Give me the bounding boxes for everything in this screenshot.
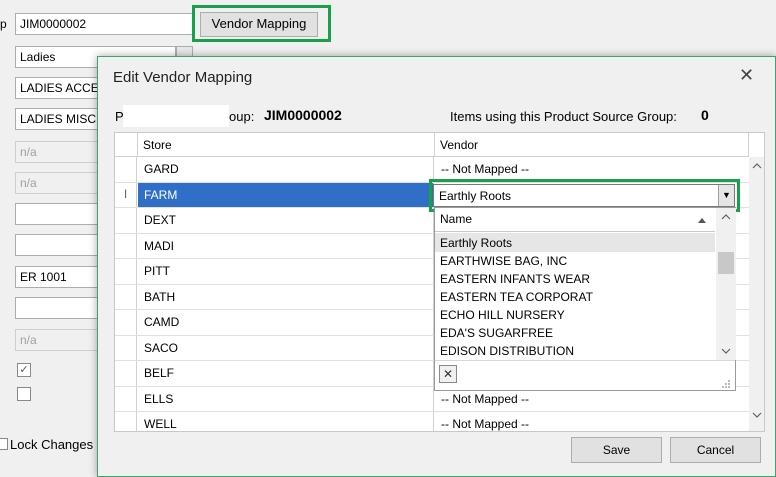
dropdown-item[interactable]: EDA'S SUGARFREE bbox=[440, 326, 553, 340]
close-icon[interactable]: ✕ bbox=[739, 65, 754, 86]
store-cell[interactable]: CAMD bbox=[138, 310, 434, 335]
row-cursor-icon: I bbox=[115, 182, 137, 207]
scroll-up-icon[interactable] bbox=[721, 213, 731, 221]
store-cell[interactable]: GARD bbox=[138, 157, 434, 182]
dropdown-item[interactable]: Earthly Roots bbox=[440, 236, 512, 250]
vendor-mapping-highlight bbox=[192, 5, 331, 42]
group-value: JIM0000002 bbox=[264, 107, 342, 123]
dropdown-name-header[interactable]: Name bbox=[435, 208, 715, 232]
store-cell[interactable]: PITT bbox=[138, 259, 434, 284]
code-field[interactable]: JIM0000002 bbox=[15, 13, 193, 35]
save-button[interactable]: Save bbox=[571, 437, 662, 463]
cancel-button[interactable]: Cancel bbox=[670, 437, 761, 463]
table-row[interactable]: WELL -- Not Mapped -- bbox=[115, 412, 749, 431]
store-cell[interactable]: FARM bbox=[138, 182, 434, 207]
dropdown-header-label: Name bbox=[440, 212, 473, 226]
dropdown-item[interactable]: EASTERN TEA CORPORAT bbox=[440, 290, 593, 304]
row-selector-header bbox=[115, 133, 138, 157]
dialog-title: Edit Vendor Mapping bbox=[113, 69, 253, 86]
store-cell[interactable]: BELF bbox=[138, 361, 434, 386]
scroll-down-icon[interactable] bbox=[721, 347, 731, 355]
items-count-label: Items using this Product Source Group: bbox=[450, 109, 677, 124]
checkbox-unchecked[interactable] bbox=[17, 387, 31, 401]
dropdown-divider bbox=[435, 360, 735, 361]
items-count-value: 0 bbox=[701, 107, 709, 123]
store-cell[interactable]: WELL bbox=[138, 412, 434, 431]
grid-scrollbar-arrows bbox=[752, 163, 762, 418]
sort-up-icon bbox=[698, 218, 706, 223]
dropdown-item[interactable]: ECHO HILL NURSERY bbox=[440, 308, 565, 322]
group-label-end: oup: bbox=[229, 109, 255, 124]
dropdown-item[interactable]: EARTHWISE BAG, INC bbox=[440, 254, 567, 268]
dropdown-item[interactable]: EDISON DISTRIBUTION bbox=[440, 344, 574, 358]
store-cell[interactable]: BATH bbox=[138, 284, 434, 309]
resize-grip-icon[interactable] bbox=[721, 379, 731, 389]
field-label-fragment: p bbox=[0, 17, 7, 31]
store-cell[interactable]: MADI bbox=[138, 233, 434, 258]
scroll-down-icon bbox=[752, 412, 762, 418]
edit-vendor-mapping-dialog: Edit Vendor Mapping ✕ P oup: JIM0000002 … bbox=[97, 56, 776, 477]
grid-scrollbar[interactable] bbox=[749, 157, 764, 431]
vendor-cell[interactable]: -- Not Mapped -- bbox=[435, 157, 735, 182]
store-column-header[interactable]: Store bbox=[138, 133, 435, 157]
store-cell[interactable]: SACO bbox=[138, 335, 434, 360]
scroll-up-icon bbox=[752, 163, 762, 169]
lock-changes-label: Lock Changes bbox=[10, 437, 94, 452]
vendor-dropdown: Name Earthly Roots EARTHWISE BAG, INC EA… bbox=[434, 207, 736, 391]
redacted-block bbox=[123, 105, 229, 127]
dropdown-scrollbar[interactable] bbox=[716, 208, 736, 360]
vendor-cell[interactable]: -- Not Mapped -- bbox=[435, 412, 735, 431]
clear-icon[interactable]: ✕ bbox=[439, 365, 457, 383]
dropdown-scroll-thumb[interactable] bbox=[718, 252, 734, 274]
store-cell[interactable]: DEXT bbox=[138, 208, 434, 233]
store-cell[interactable]: ELLS bbox=[138, 386, 434, 411]
dropdown-item[interactable]: EASTERN INFANTS WEAR bbox=[440, 272, 590, 286]
vendor-column-header[interactable]: Vendor bbox=[435, 133, 749, 157]
checkbox-checked[interactable]: ✓ bbox=[17, 363, 31, 377]
lock-changes-checkbox[interactable] bbox=[0, 438, 8, 450]
